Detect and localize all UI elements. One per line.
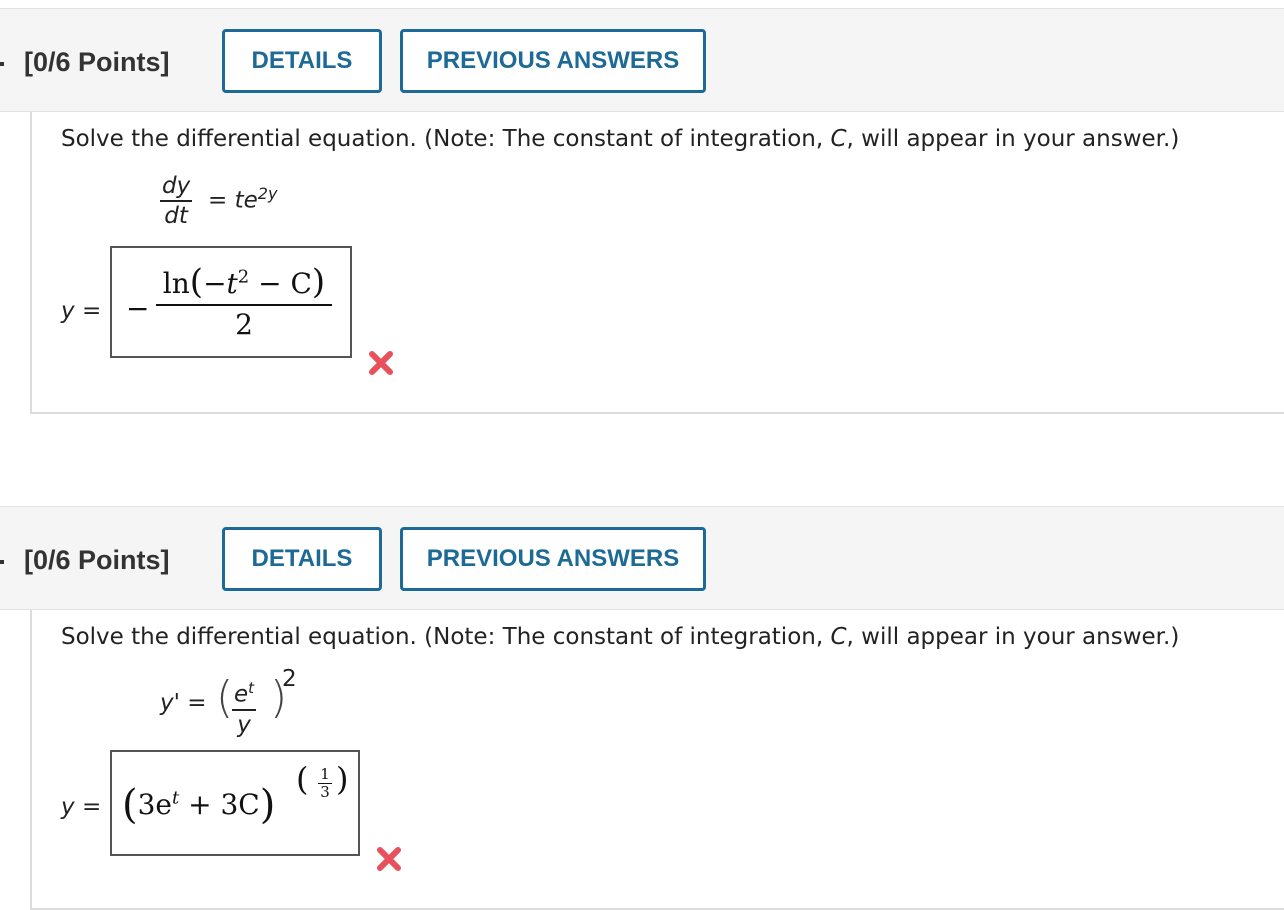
x-mark-icon [377,847,401,871]
negative-sign: − [126,292,150,325]
answer-fraction: ln(−t2 − C) 2 [156,262,332,341]
fraction-numerator: dy [160,172,193,202]
question-prompt: Solve the differential equation. (Note: … [61,126,1180,152]
equation-rhs: = te2y [208,184,278,214]
question-1-header: [0/6 Points] DETAILS PREVIOUS ANSWERS [0,8,1284,112]
previous-answers-button[interactable]: PREVIOUS ANSWERS [400,29,706,93]
fraction-denominator: y [237,711,251,738]
answer-expression: (3et + 3C) [122,782,276,828]
equation-lhs: y' = [160,690,207,716]
equation-rhs-fraction: et y [232,674,257,739]
answer-exponent: ( 1 3 ) [296,760,349,801]
fraction-numerator: et [232,674,257,711]
question-bullet [0,62,4,66]
answer-input[interactable]: (3et + 3C) ( 1 3 ) [110,750,360,856]
previous-answers-button[interactable]: PREVIOUS ANSWERS [400,527,706,591]
question-prompt: Solve the differential equation. (Note: … [61,624,1180,650]
points-label: [0/6 Points] [24,545,170,575]
fraction-denominator: dt [164,203,188,229]
question-2-body: Solve the differential equation. (Note: … [30,610,1284,910]
answer-numerator: ln(−t2 − C) [156,262,332,306]
details-button[interactable]: DETAILS [222,29,382,93]
exponent-fraction: 1 3 [318,766,332,801]
answer-denominator: 2 [235,308,253,341]
question-2-header: [0/6 Points] DETAILS PREVIOUS ANSWERS [0,506,1284,610]
details-button[interactable]: DETAILS [222,527,382,591]
answer-label: y = [61,794,102,820]
equation-outer-exponent: 2 [282,666,297,692]
points-label: [0/6 Points] [24,47,170,77]
answer-input[interactable]: − ln(−t2 − C) 2 [110,246,352,358]
question-1-body: Solve the differential equation. (Note: … [30,112,1284,414]
x-mark-icon [369,351,393,375]
equation-lhs-fraction: dy dt [160,172,193,230]
answer-label: y = [61,298,102,324]
equation-paren-open: ( [216,672,234,723]
question-bullet [0,560,4,564]
